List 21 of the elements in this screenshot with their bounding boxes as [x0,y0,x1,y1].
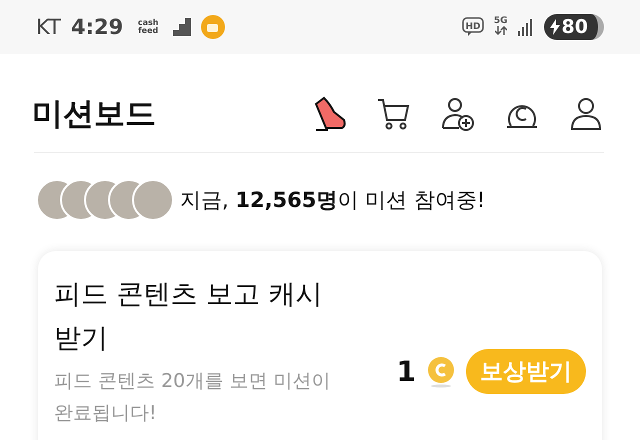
mission-description: 피드 콘텐츠 20개를 보면 미션이 완료됩니다! [54,369,332,426]
battery-indicator: 80 [544,14,604,40]
coin-app-icon [201,15,226,39]
sneaker-icon[interactable] [312,96,348,132]
charging-icon [550,19,560,35]
cart-icon[interactable] [376,96,412,132]
mission-card[interactable]: 피드 콘텐츠 보고 캐시 받기 피드 콘텐츠 20개를 보면 미션이 완료됩니다! 1 보상받기 [38,251,602,440]
clock: 4:29 [70,15,124,39]
signal-icon [518,18,534,36]
app-logo: cash feed [136,19,160,35]
mission-title: 피드 콘텐츠 보고 캐시 받기 [54,278,324,356]
participant-count-text: 지금, 12,565명이 미션 참여중! [180,187,486,214]
data-arrows-icon [494,26,507,34]
carrier: KT [36,15,61,39]
coin-icon [426,356,456,388]
user-icon[interactable] [568,96,604,132]
network-type: 5G [494,16,508,38]
reward-amount: 1 [396,355,416,388]
page-title: 미션보드 [32,95,157,134]
stairs-icon [173,18,192,36]
add-user-icon[interactable] [440,96,476,132]
